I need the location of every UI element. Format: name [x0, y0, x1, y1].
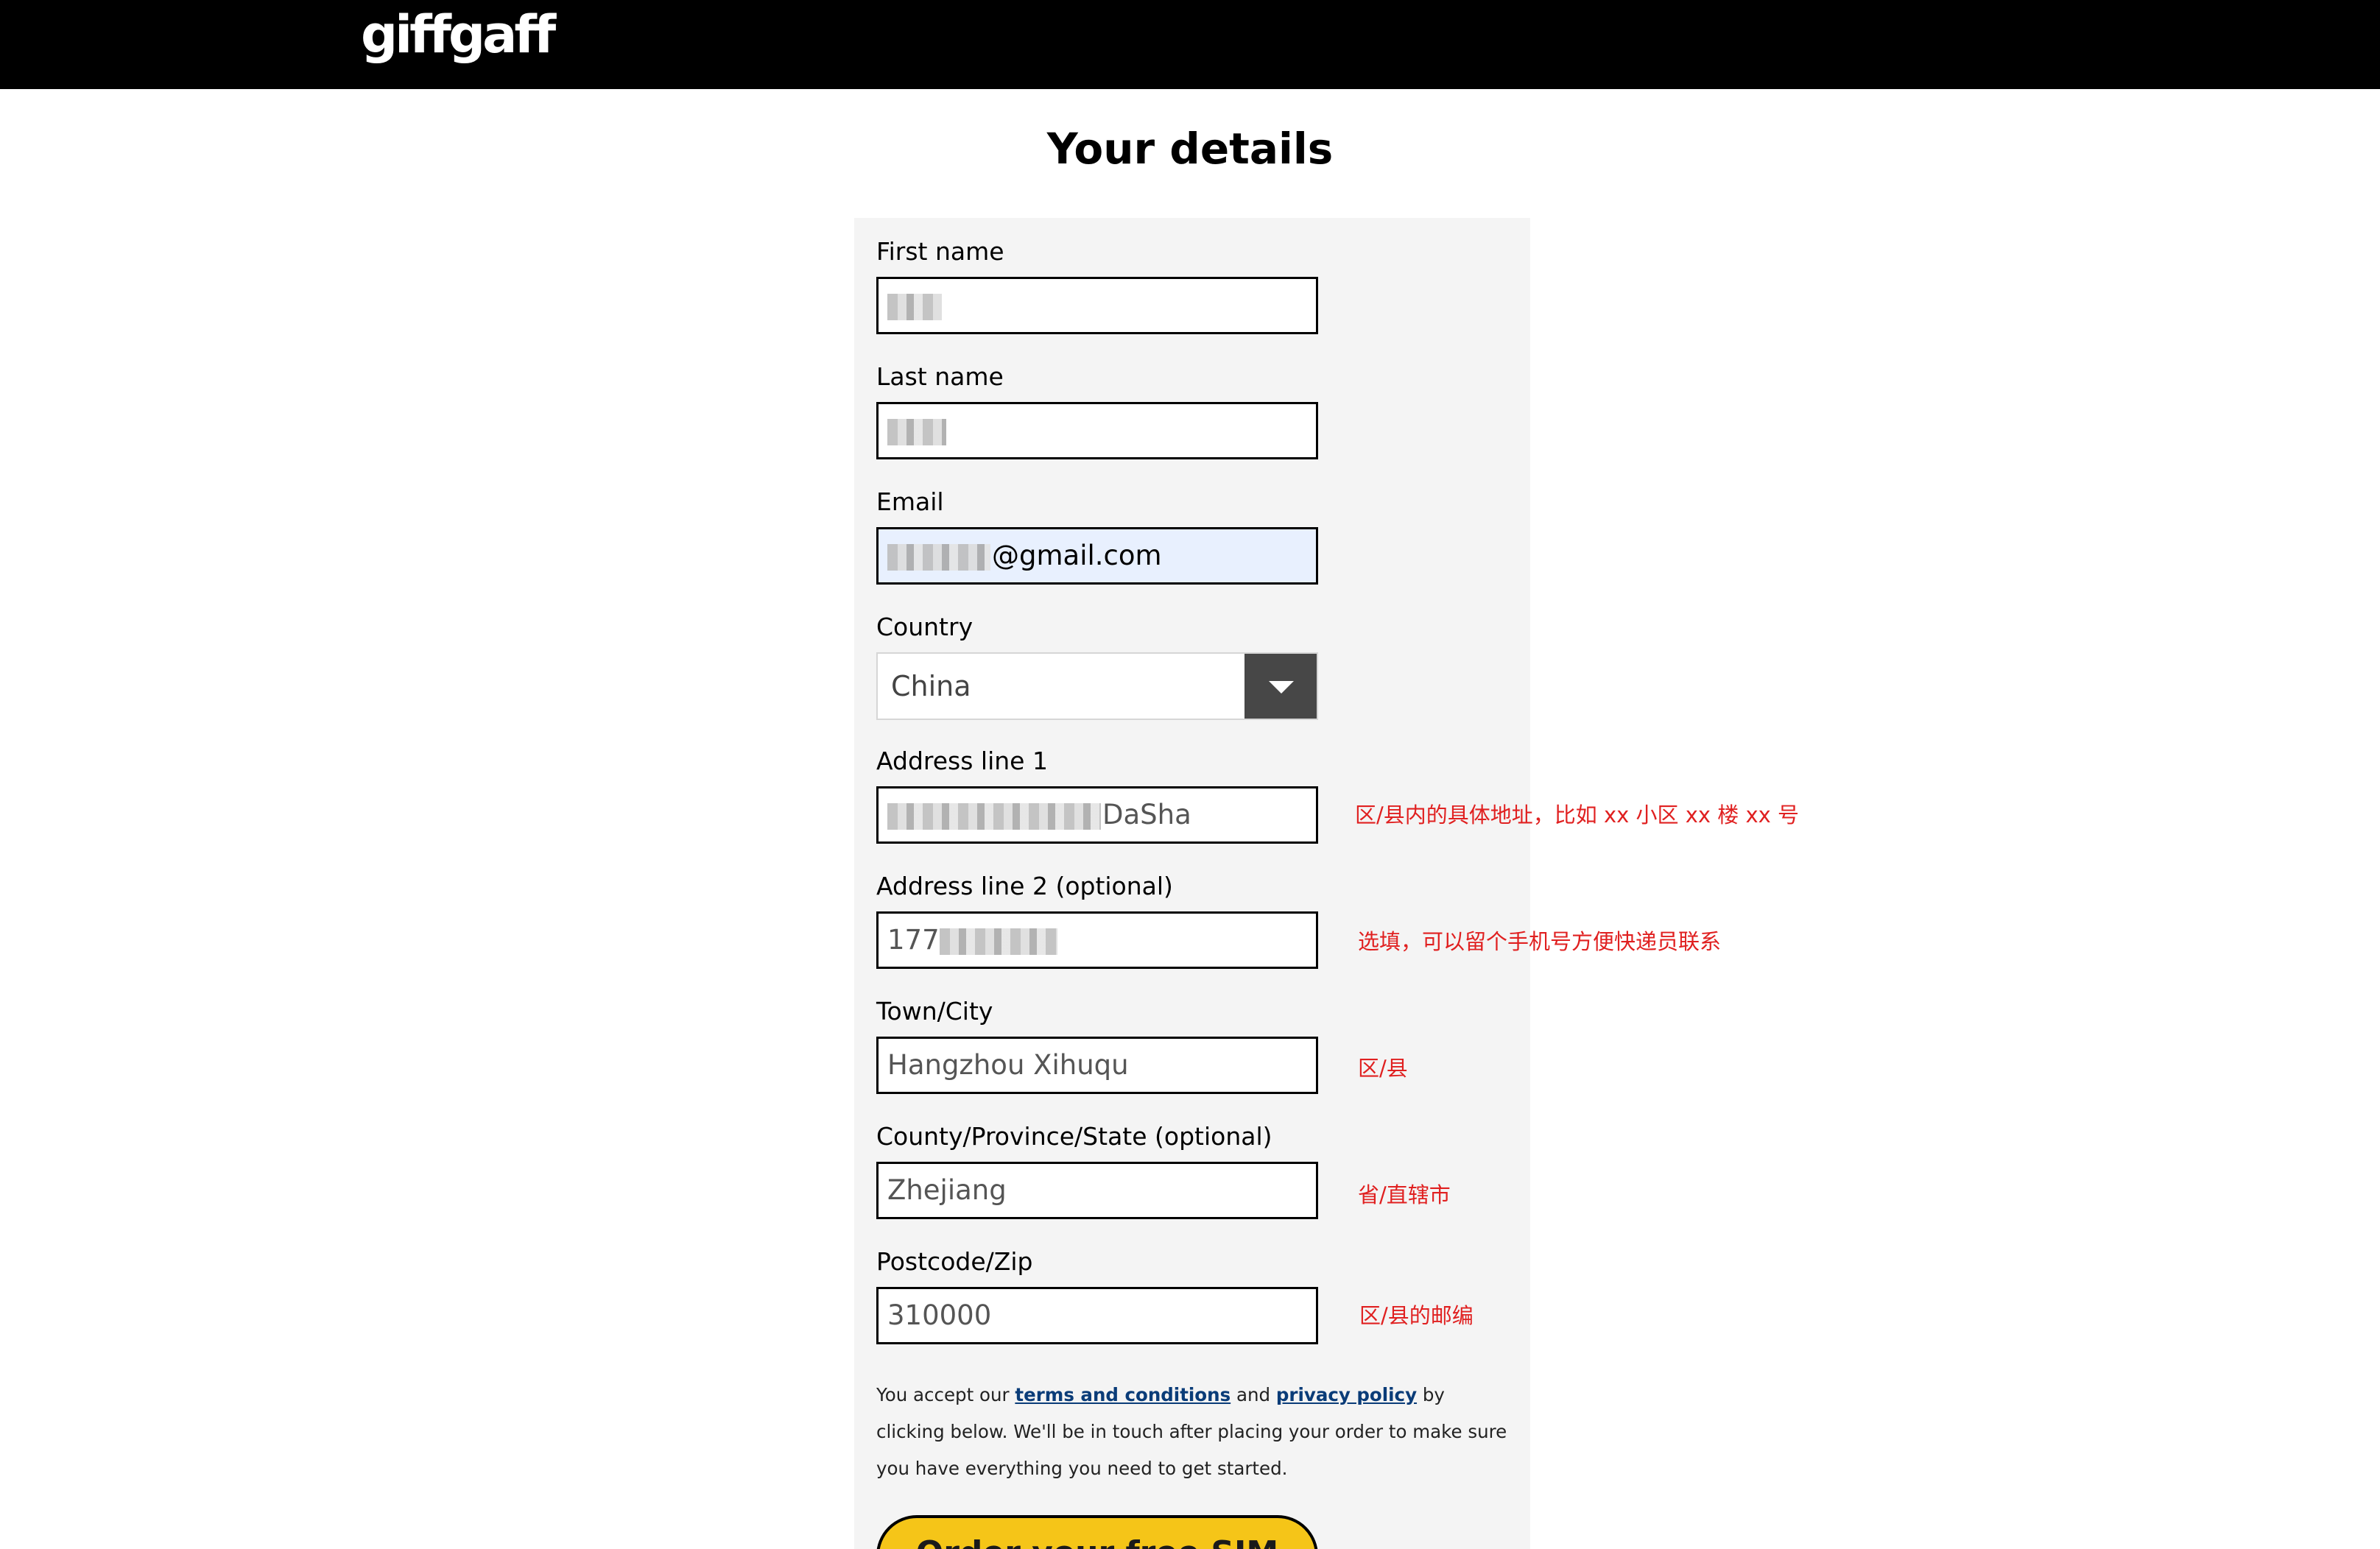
redacted-text — [939, 928, 1057, 955]
privacy-policy-link[interactable]: privacy policy — [1276, 1384, 1417, 1405]
email-field[interactable]: @gmail.com — [876, 527, 1318, 585]
redacted-text — [887, 293, 942, 320]
first-name-field[interactable] — [876, 277, 1318, 334]
country-label: Country — [876, 613, 974, 641]
dropdown-button[interactable] — [1244, 654, 1317, 719]
redacted-text — [887, 418, 946, 445]
address-line-1-note: 区/县内的具体地址，比如 xx 小区 xx 楼 xx 号 — [1355, 802, 1800, 828]
address-line-1-field[interactable]: DaSha — [876, 786, 1318, 844]
postcode-note: 区/县的邮编 — [1359, 1303, 1474, 1328]
terms-and-conditions-link[interactable]: terms and conditions — [1015, 1384, 1231, 1405]
order-sim-button-label: Order your free SIM — [879, 1534, 1315, 1549]
first-name-label: First name — [876, 237, 1004, 266]
address-line-1-value: DaSha — [1102, 799, 1191, 830]
giffgaff-logo[interactable]: giffgaff — [361, 4, 556, 65]
last-name-field[interactable] — [876, 402, 1318, 459]
last-name-label: Last name — [876, 362, 1004, 391]
postcode-field[interactable]: 310000 — [876, 1287, 1318, 1344]
redacted-text — [887, 802, 1101, 830]
county-note: 省/直辖市 — [1358, 1182, 1451, 1207]
top-bar: giffgaff — [0, 0, 2380, 89]
address-line-2-value: 177 — [887, 924, 940, 956]
terms-notice-middle: and — [1231, 1384, 1276, 1405]
town-city-value: Hangzhou Xihuqu — [887, 1049, 1129, 1081]
page: giffgaff Your details First name Last na… — [0, 0, 2380, 1549]
redacted-text — [887, 543, 990, 571]
postcode-value: 310000 — [887, 1299, 992, 1331]
address-line-1-label: Address line 1 — [876, 747, 1048, 775]
email-value: @gmail.com — [992, 540, 1162, 571]
address-line-2-label: Address line 2 (optional) — [876, 872, 1173, 900]
address-line-2-note: 选填，可以留个手机号方便快递员联系 — [1358, 929, 1722, 954]
postcode-label: Postcode/Zip — [876, 1247, 1033, 1276]
county-label: County/Province/State (optional) — [876, 1122, 1272, 1151]
terms-notice: You accept our terms and conditions and … — [876, 1377, 1510, 1487]
email-label: Email — [876, 487, 944, 516]
order-sim-button[interactable]: Order your free SIM — [876, 1515, 1318, 1549]
country-select[interactable]: China — [876, 652, 1318, 720]
town-city-label: Town/City — [876, 997, 993, 1026]
county-field[interactable]: Zhejiang — [876, 1162, 1318, 1219]
page-title: Your details — [1046, 124, 1334, 174]
chevron-down-icon — [1269, 681, 1294, 694]
address-line-2-field[interactable]: 177 — [876, 911, 1318, 969]
country-value: China — [891, 670, 971, 702]
county-value: Zhejiang — [887, 1174, 1007, 1206]
town-city-note: 区/县 — [1358, 1056, 1408, 1081]
town-city-field[interactable]: Hangzhou Xihuqu — [876, 1037, 1318, 1094]
terms-notice-prefix: You accept our — [876, 1384, 1015, 1405]
